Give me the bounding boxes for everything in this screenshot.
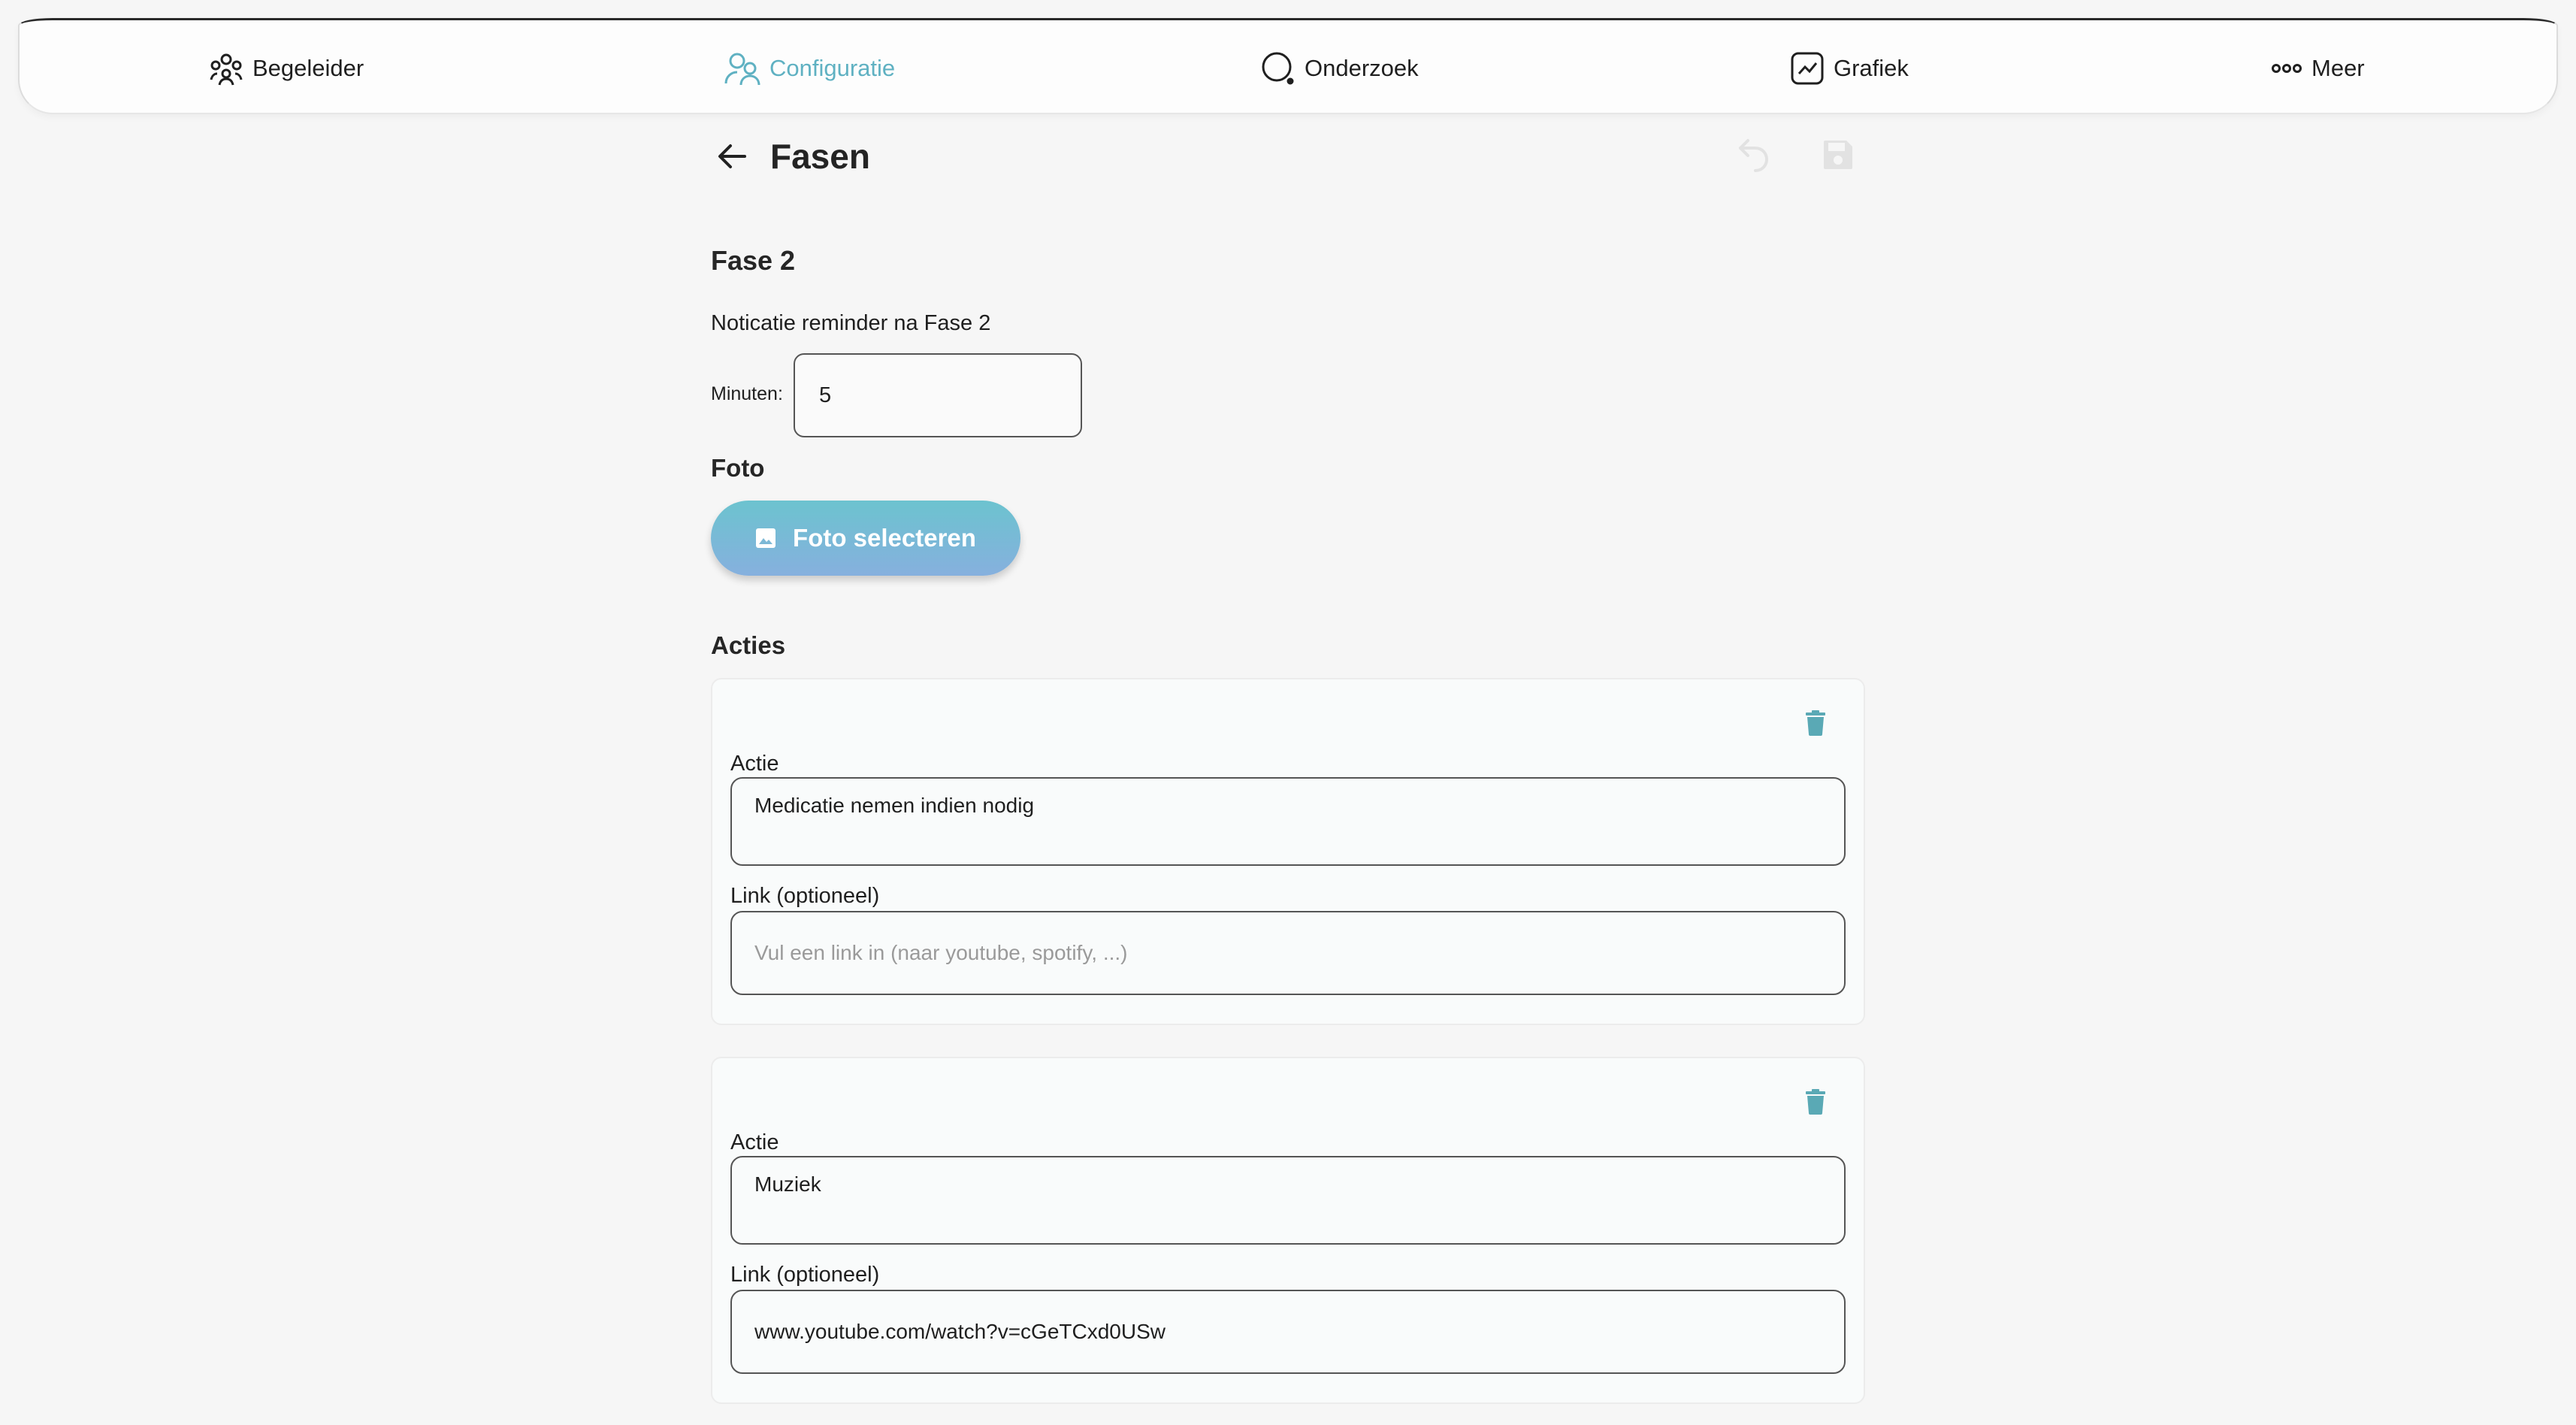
undo-button[interactable] bbox=[1733, 132, 1775, 177]
nav-item-onderzoek[interactable]: Onderzoek bbox=[1261, 20, 1419, 116]
people-group-icon bbox=[210, 53, 243, 86]
save-icon bbox=[1824, 141, 1852, 169]
minutes-input[interactable] bbox=[794, 353, 1082, 437]
actions-title: Acties bbox=[711, 631, 786, 659]
users-config-icon bbox=[724, 53, 760, 86]
nav-item-meer[interactable]: Meer bbox=[2271, 20, 2365, 116]
chart-icon bbox=[1791, 52, 1824, 85]
nav-item-configuratie[interactable]: Configuratie bbox=[724, 20, 895, 116]
link-label: Link (optioneel) bbox=[730, 884, 880, 908]
arrow-left-icon bbox=[718, 144, 746, 168]
nav-item-grafiek[interactable]: Grafiek bbox=[1790, 20, 1909, 116]
page-title: Fasen bbox=[770, 137, 870, 176]
phase-title: Fase 2 bbox=[711, 245, 796, 276]
nav-label: Grafiek bbox=[1834, 55, 1909, 81]
image-icon bbox=[756, 528, 776, 548]
link-input[interactable] bbox=[730, 1290, 1846, 1374]
delete-action-button[interactable] bbox=[1800, 1087, 1831, 1117]
actie-input[interactable]: Muziek bbox=[730, 1156, 1846, 1245]
save-button[interactable] bbox=[1817, 132, 1859, 177]
back-button[interactable] bbox=[711, 135, 753, 177]
link-label: Link (optioneel) bbox=[730, 1263, 880, 1287]
nav-label: Meer bbox=[2311, 55, 2365, 81]
actie-input[interactable]: Medicatie nemen indien nodig bbox=[730, 777, 1846, 866]
undo-icon bbox=[1739, 139, 1768, 172]
nav-item-begeleider[interactable]: Begeleider bbox=[209, 20, 364, 116]
actie-label: Actie bbox=[730, 752, 779, 776]
actie-label: Actie bbox=[730, 1130, 779, 1154]
link-input[interactable] bbox=[730, 911, 1846, 995]
nav-label: Configuratie bbox=[769, 55, 896, 81]
select-photo-label: Foto selecteren bbox=[793, 524, 976, 552]
reminder-label: Noticatie reminder na Fase 2 bbox=[711, 311, 991, 335]
trash-icon bbox=[1806, 710, 1825, 736]
search-circle-icon bbox=[1262, 52, 1294, 85]
select-photo-button[interactable]: Foto selecteren bbox=[711, 501, 1020, 576]
top-navigation: Begeleider Configuratie Onderzoek Grafie… bbox=[18, 18, 2558, 114]
trash-icon bbox=[1806, 1089, 1825, 1115]
nav-label: Begeleider bbox=[252, 55, 364, 81]
action-card: Actie Muziek Link (optioneel) bbox=[711, 1057, 1865, 1404]
more-dots-icon bbox=[2272, 64, 2302, 73]
photo-title: Foto bbox=[711, 454, 765, 482]
nav-label: Onderzoek bbox=[1305, 55, 1419, 81]
action-card: Actie Medicatie nemen indien nodig Link … bbox=[711, 678, 1865, 1025]
minutes-label: Minuten: bbox=[711, 383, 783, 404]
delete-action-button[interactable] bbox=[1800, 708, 1831, 738]
